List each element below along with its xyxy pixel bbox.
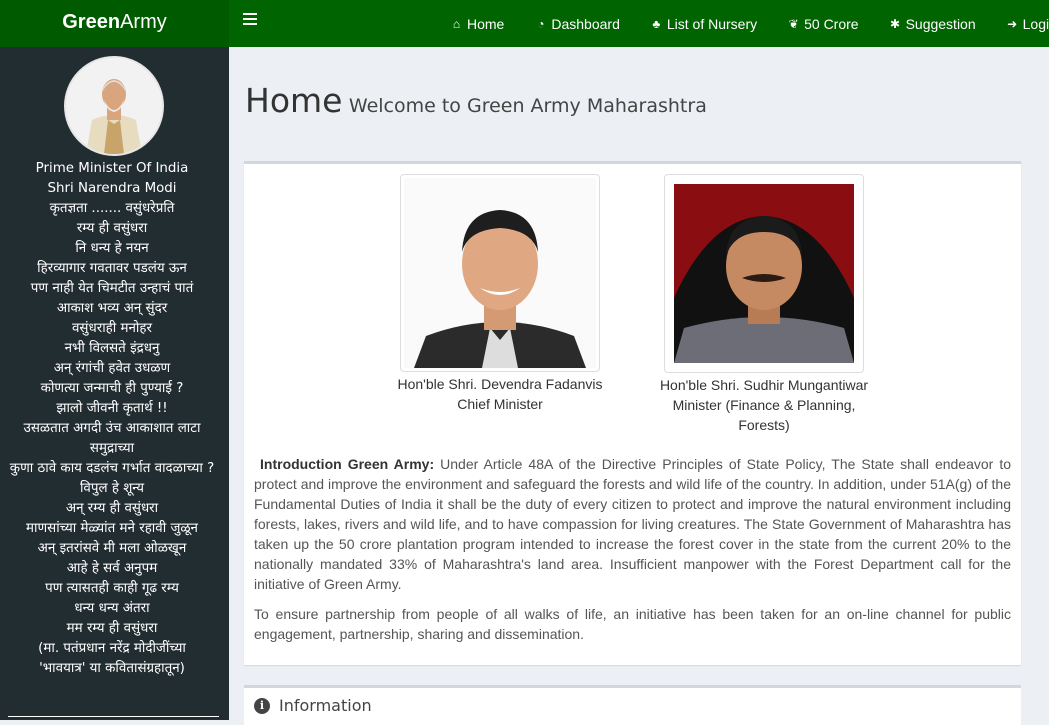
page-header: Home Welcome to Green Army Maharashtra xyxy=(245,81,707,120)
leader-name: Hon'ble Shri. Devendra Fadanvis xyxy=(397,376,603,392)
intro-box: Hon'ble Shri. Devendra Fadanvis Chief Mi… xyxy=(244,161,1021,665)
poem-line: अन् रम्य ही वसुंधरा xyxy=(65,501,159,516)
intro-paragraph-2: To ensure partnership from people of all… xyxy=(254,606,1011,642)
poem-line: विपुल हे शून्य xyxy=(79,481,145,496)
page-subtitle: Welcome to Green Army Maharashtra xyxy=(348,95,707,117)
nav-50-crore[interactable]: ❦ 50 Crore xyxy=(787,0,859,47)
poem-line: माणसांच्या मेळ्यांत मने रहावी जुळून xyxy=(26,521,198,536)
nav-label: Home xyxy=(467,15,505,32)
poem-line: झालो जीवनी कृतार्थ !! xyxy=(56,401,168,416)
tree-icon: ♣ xyxy=(652,16,661,31)
main-content: Home Welcome to Green Army Maharashtra H… xyxy=(229,47,1049,725)
poem-line: (मा. पतंप्रधान नरेंद्र मोदीजींच्या xyxy=(38,641,186,656)
nav-label: 50 Crore xyxy=(804,15,859,32)
nav-dashboard[interactable]: ◔ Dashboard xyxy=(534,0,620,47)
intro-text: Introduction Green Army: Under Article 4… xyxy=(254,454,1011,654)
information-box: i Information xyxy=(244,685,1021,725)
login-icon: ➜ xyxy=(1007,16,1018,31)
poem-line: नभी विलसते इंद्रधनु xyxy=(64,341,160,356)
leader-card-cm: Hon'ble Shri. Devendra Fadanvis Chief Mi… xyxy=(395,174,605,414)
gear-icon: ✱ xyxy=(890,16,901,31)
poem-line: मम रम्य ही वसुंधरा xyxy=(66,621,158,636)
nav-suggestion[interactable]: ✱ Suggestion xyxy=(889,0,976,47)
nav-list-of-nursery[interactable]: ♣ List of Nursery xyxy=(650,0,757,47)
sidebar-divider xyxy=(8,716,219,717)
brand-logo[interactable]: GreenArmy xyxy=(0,0,229,47)
home-icon: ⌂ xyxy=(452,16,461,31)
main-nav: ⌂ Home ◔ Dashboard ♣ List of Nursery ❦ 50 Cr… xyxy=(450,0,1049,47)
leader-role: Chief Minister xyxy=(457,396,543,412)
pm-name: Shri Narendra Modi xyxy=(47,181,177,196)
leader-photo xyxy=(400,174,600,372)
poem-line: वसुंधराही मनोहर xyxy=(71,321,152,336)
sidebar: Prime Minister Of India Shri Narendra Mo… xyxy=(0,47,229,720)
info-icon: i xyxy=(254,697,270,714)
page-title: Home xyxy=(245,81,343,120)
nav-login[interactable]: ➜ Login xyxy=(1006,0,1049,47)
intro-heading: Introduction Green Army: xyxy=(260,456,435,472)
nav-label: Dashboard xyxy=(551,15,620,32)
pm-title: Prime Minister Of India xyxy=(35,161,189,176)
brand-light-text: Army xyxy=(120,11,167,33)
leader-role: Minister (Finance & Planning, Forests) xyxy=(672,397,856,433)
poem-line: अन् इतरांसवे मी मला ओळखून xyxy=(37,541,187,556)
leaf-icon: ❦ xyxy=(788,16,799,31)
poem-line: कृतज्ञता ....... वसुंधरेप्रति xyxy=(49,201,175,216)
top-navbar: GreenArmy ⌂ Home ◔ Dashboard ♣ List of Nurs… xyxy=(0,0,1049,47)
pm-avatar xyxy=(64,56,164,156)
nav-label: Suggestion xyxy=(905,15,976,32)
poem-line: उसळतात अगदी उंच आकाशात लाटा समुद्राच्या xyxy=(23,421,201,456)
poem-line: हिरव्यागार गवतावर पडलंय ऊन xyxy=(37,261,187,276)
poem-line: अन् रंगांची हवेत उधळण xyxy=(53,361,171,376)
information-header[interactable]: i Information xyxy=(254,696,372,715)
intro-paragraph: Introduction Green Army: Under Article 4… xyxy=(254,454,1011,594)
leader-photo xyxy=(664,174,864,373)
poem-line: कुणा ठावे काय दडलंच गर्भात वादळाच्या ? xyxy=(9,461,215,476)
poem-line: धन्य धन्य अंतरा xyxy=(74,601,150,616)
poem-line: आकाश भव्य अन् सुंदर xyxy=(56,301,168,316)
leader-name: Hon'ble Shri. Sudhir Mungantiwar xyxy=(659,377,869,393)
nav-label: List of Nursery xyxy=(666,15,758,32)
poem-line: पण नाही येत चिमटीत उन्हाचं पातं xyxy=(30,281,194,296)
nav-home[interactable]: ⌂ Home xyxy=(450,0,504,47)
nav-label: Login xyxy=(1022,15,1049,32)
dashboard-icon: ◔ xyxy=(537,16,545,31)
sidebar-toggle-icon[interactable] xyxy=(243,13,257,27)
intro-body: Under Article 48A of the Directive Princ… xyxy=(254,456,1012,592)
poem-line: 'भावयात्र' या कवितासंग्रहातून) xyxy=(39,661,185,676)
poem-line: पण त्यासतही काही गूढ रम्य xyxy=(45,581,179,596)
brand-bold-text: Green xyxy=(62,11,121,33)
poem-line: नि धन्य हे नयन xyxy=(75,241,149,256)
information-title: Information xyxy=(279,696,372,715)
leader-card-minister: Hon'ble Shri. Sudhir Mungantiwar Ministe… xyxy=(658,174,870,435)
sidebar-poem: Prime Minister Of India Shri Narendra Mo… xyxy=(6,159,218,679)
poem-line: रम्य ही वसुंधरा xyxy=(76,221,148,236)
poem-line: कोणत्या जन्माची ही पुण्याई ? xyxy=(40,381,184,396)
poem-line: आहे हे सर्व अनुपम xyxy=(66,561,158,576)
